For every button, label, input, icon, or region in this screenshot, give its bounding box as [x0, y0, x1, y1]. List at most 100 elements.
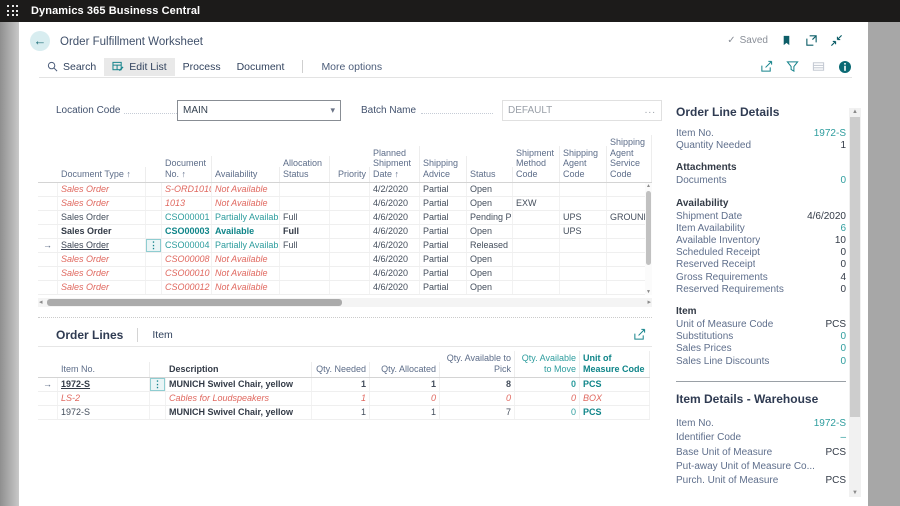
row-menu-icon[interactable]	[146, 211, 162, 224]
cell-doc_no[interactable]: CSO00004	[162, 239, 212, 252]
cell-availability[interactable]: Not Available	[212, 197, 280, 210]
column-header-uom[interactable]: Unit of Measure Code	[580, 351, 650, 377]
collapse-icon[interactable]	[830, 34, 843, 47]
cell-status[interactable]: Open	[467, 281, 513, 294]
cell-advice[interactable]: Partial	[420, 267, 467, 280]
cell-qty_allocated[interactable]: 0	[370, 392, 440, 405]
cell-allocation[interactable]	[280, 183, 330, 196]
cell-advice[interactable]: Partial	[420, 197, 467, 210]
cell-availability[interactable]: Not Available	[212, 267, 280, 280]
table-row[interactable]: Sales OrderCSO00010Not Available4/6/2020…	[38, 267, 652, 281]
cell-qty_needed[interactable]: 1	[312, 392, 370, 405]
cell-status[interactable]: Pending Pr...	[467, 211, 513, 224]
cell-doc_type[interactable]: Sales Order	[58, 253, 146, 266]
cell-agent[interactable]	[560, 239, 607, 252]
cell-priority[interactable]	[330, 239, 370, 252]
cell-availability[interactable]: Not Available	[212, 253, 280, 266]
cell-priority[interactable]	[330, 281, 370, 294]
column-header-priority[interactable]: Priority	[330, 167, 370, 183]
panel-scroll-up-icon[interactable]: ▲	[849, 108, 861, 116]
cell-doc_no[interactable]: CSO00010	[162, 267, 212, 280]
cell-priority[interactable]	[330, 267, 370, 280]
cell-item_no[interactable]: 1972-S	[58, 378, 150, 391]
cell-doc_no[interactable]: CSO00001	[162, 211, 212, 224]
table-row[interactable]: →1972-S⋮MUNICH Swivel Chair, yellow1180P…	[38, 378, 650, 392]
column-header-doc_no[interactable]: Document No. ↑	[162, 156, 212, 182]
cell-agent[interactable]	[560, 183, 607, 196]
cell-doc_type[interactable]: Sales Order	[58, 239, 146, 252]
cell-availability[interactable]: Partially Available	[212, 239, 280, 252]
cell-doc_no[interactable]: CSO00008	[162, 253, 212, 266]
cell-doc_type[interactable]: Sales Order	[58, 225, 146, 238]
row-menu-icon[interactable]: ⋮	[150, 378, 166, 391]
details-pane-toggle-icon[interactable]	[838, 60, 852, 74]
table-row[interactable]: LS-2Cables for Loudspeakers1000BOX	[38, 392, 650, 406]
document-action[interactable]: Document	[229, 58, 293, 76]
detail-value[interactable]: 0	[840, 331, 846, 343]
cell-description[interactable]: Cables for Loudspeakers	[166, 392, 312, 405]
scroll-left-icon[interactable]: ◂	[39, 298, 43, 307]
row-menu-icon[interactable]	[150, 406, 166, 419]
cell-allocation[interactable]	[280, 197, 330, 210]
cell-qty_allocated[interactable]: 1	[370, 406, 440, 419]
detail-value[interactable]: 1972-S	[814, 128, 846, 140]
cell-status[interactable]: Open	[467, 225, 513, 238]
cell-doc_type[interactable]: Sales Order	[58, 197, 146, 210]
cell-advice[interactable]: Partial	[420, 211, 467, 224]
table-row[interactable]: 1972-SMUNICH Swivel Chair, yellow1170PCS	[38, 406, 650, 420]
cell-priority[interactable]	[330, 183, 370, 196]
column-header-availability[interactable]: Availability	[212, 167, 280, 183]
share-icon[interactable]	[760, 60, 773, 73]
table-horizontal-scrollbar[interactable]: ◂ ▸	[38, 298, 652, 307]
column-header-method[interactable]: Shipment Method Code	[513, 146, 560, 183]
cell-item_no[interactable]: LS-2	[58, 392, 150, 405]
detail-value[interactable]: 1972-S	[814, 417, 846, 431]
column-header-description[interactable]: Description	[166, 362, 312, 378]
cell-qty_move[interactable]: 0	[515, 392, 580, 405]
open-in-new-window-icon[interactable]	[805, 34, 818, 47]
row-pointer-cell[interactable]	[38, 392, 58, 405]
cell-method[interactable]	[513, 281, 560, 294]
cell-allocation[interactable]: Full	[280, 239, 330, 252]
cell-agent[interactable]: UPS	[560, 211, 607, 224]
column-header-advice[interactable]: Shipping Advice	[420, 156, 467, 182]
row-pointer-cell[interactable]	[38, 211, 58, 224]
row-pointer-cell[interactable]: →	[38, 239, 58, 252]
order-lines-item-tab[interactable]: Item	[152, 329, 172, 341]
row-menu-icon[interactable]	[146, 225, 162, 238]
cell-date[interactable]: 4/6/2020	[370, 239, 420, 252]
column-header-item_no[interactable]: Item No.	[58, 362, 150, 378]
cell-agent[interactable]	[560, 281, 607, 294]
cell-uom[interactable]: BOX	[580, 392, 650, 405]
row-menu-icon[interactable]	[146, 197, 162, 210]
cell-advice[interactable]: Partial	[420, 183, 467, 196]
row-menu-icon[interactable]	[146, 281, 162, 294]
cell-advice[interactable]: Partial	[420, 253, 467, 266]
row-pointer-cell[interactable]	[38, 197, 58, 210]
cell-allocation[interactable]: Full	[280, 225, 330, 238]
process-action[interactable]: Process	[175, 58, 229, 76]
table-row[interactable]: Sales OrderCSO00003AvailableFull4/6/2020…	[38, 225, 652, 239]
cell-qty_move[interactable]: 0	[515, 378, 580, 391]
cell-allocation[interactable]	[280, 253, 330, 266]
cell-priority[interactable]	[330, 225, 370, 238]
cell-status[interactable]: Open	[467, 267, 513, 280]
detail-value[interactable]: 0	[840, 175, 846, 187]
cell-status[interactable]: Released	[467, 239, 513, 252]
detail-value[interactable]: –	[840, 431, 846, 445]
cell-method[interactable]	[513, 239, 560, 252]
cell-advice[interactable]: Partial	[420, 239, 467, 252]
batch-name-input[interactable]: DEFAULT ...	[502, 100, 662, 121]
cell-date[interactable]: 4/6/2020	[370, 281, 420, 294]
cell-date[interactable]: 4/6/2020	[370, 267, 420, 280]
cell-description[interactable]: MUNICH Swivel Chair, yellow	[166, 378, 312, 391]
scroll-down-icon[interactable]: ▼	[645, 289, 652, 295]
cell-method[interactable]	[513, 183, 560, 196]
cell-description[interactable]: MUNICH Swivel Chair, yellow	[166, 406, 312, 419]
order-lines-share-icon[interactable]	[633, 328, 646, 341]
cell-uom[interactable]: PCS	[580, 378, 650, 391]
more-options-action[interactable]: More options	[313, 58, 390, 76]
row-pointer-cell[interactable]	[38, 183, 58, 196]
detail-value[interactable]: 6	[840, 223, 846, 235]
row-pointer-cell[interactable]: →	[38, 378, 58, 391]
